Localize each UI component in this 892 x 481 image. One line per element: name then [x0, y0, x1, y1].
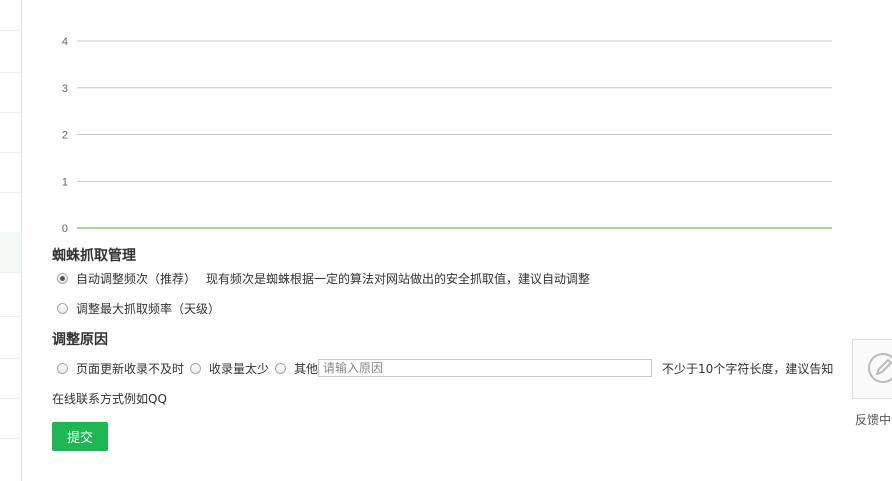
- reason-hint: 不少于10个字符长度，建议告知: [662, 361, 834, 376]
- spider-management-title: 蜘蛛抓取管理: [52, 248, 136, 264]
- reason-input[interactable]: [318, 359, 653, 377]
- sidebar-divider: [0, 398, 21, 399]
- y-tick-label: 0: [62, 223, 68, 235]
- auto-adjust-label: 自动调整频次（推荐）: [76, 272, 197, 286]
- reason-slow-index-label: 页面更新收录不及时: [76, 361, 185, 376]
- chart-svg: 4 3 2 1 0: [62, 36, 832, 235]
- sidebar-divider: [0, 272, 21, 273]
- sidebar-divider: [0, 316, 21, 317]
- auto-adjust-radio[interactable]: [57, 273, 68, 284]
- y-tick-label: 3: [62, 83, 68, 95]
- max-frequency-label: 调整最大抓取频率（天级）: [76, 302, 221, 316]
- y-tick-label: 2: [62, 130, 68, 142]
- reason-low-count-label: 收录量太少: [209, 361, 270, 376]
- auto-adjust-description: 现有频次是蜘蛛根据一定的算法对网站做出的安全抓取值，建议自动调整: [206, 272, 591, 286]
- option-max-frequency[interactable]: 调整最大抓取频率（天级）: [57, 300, 220, 317]
- reason-other-label: 其他: [294, 361, 319, 376]
- y-tick-label: 4: [62, 36, 68, 48]
- crawl-frequency-chart: 4 3 2 1 0: [0, 0, 892, 240]
- reason-slow-index-radio[interactable]: [57, 362, 68, 374]
- reason-options-row: 页面更新收录不及时 收录量太少 其他 不少于10个字符长度，建议告知: [57, 359, 833, 377]
- sidebar-divider: [0, 438, 21, 439]
- submit-button[interactable]: 提交: [52, 422, 108, 451]
- max-frequency-radio[interactable]: [57, 303, 68, 314]
- feedback-button[interactable]: [852, 339, 892, 399]
- option-auto-adjust[interactable]: 自动调整频次（推荐） 现有频次是蜘蛛根据一定的算法对网站做出的安全抓取值，建议自…: [57, 270, 590, 287]
- edit-icon: [868, 353, 892, 383]
- feedback-label: 反馈中: [855, 413, 892, 427]
- reason-other-radio[interactable]: [275, 362, 287, 374]
- adjust-reason-title: 调整原因: [52, 332, 108, 348]
- sidebar-divider: [0, 358, 21, 359]
- reason-low-count-radio[interactable]: [190, 362, 202, 374]
- reason-hint-continued: 在线联系方式例如QQ: [52, 392, 167, 406]
- y-tick-label: 1: [62, 176, 68, 188]
